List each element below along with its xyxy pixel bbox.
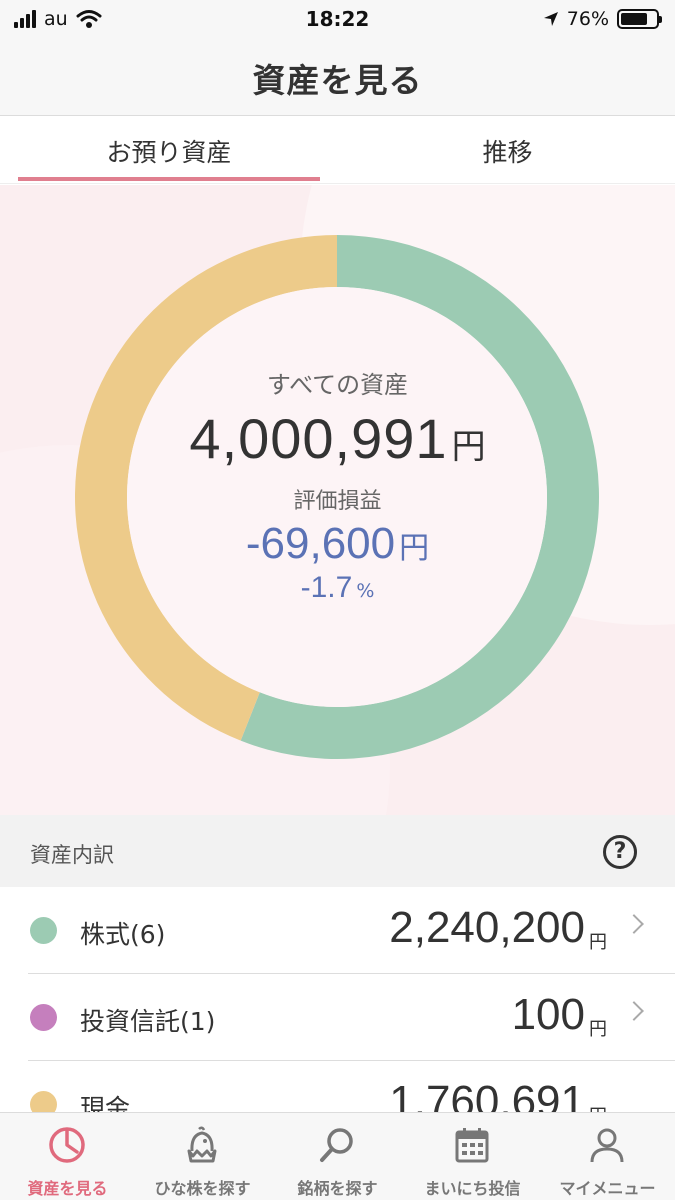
bottom-tab-bar: 資産を見る ひな株を探す 銘柄を探す まいにち投信 マイメニュー — [0, 1112, 675, 1200]
stocks-color-dot — [30, 917, 57, 944]
funds-color-dot — [30, 1004, 57, 1031]
item-amount: 1,760,691 — [389, 1077, 585, 1117]
percent-unit: % — [356, 580, 375, 602]
page-title: 資産を見る — [252, 61, 423, 100]
total-assets-unit: 円 — [451, 427, 486, 467]
profit-loss-label: 評価損益 — [293, 489, 382, 514]
battery-icon — [617, 9, 662, 29]
profit-loss-row: -69,600 円 — [130, 519, 545, 569]
list-item-cash[interactable]: 現金 1,760,691 円 — [0, 1061, 675, 1117]
tabbar-label: マイメニュー — [559, 1179, 656, 1198]
summary-center: すべての資産 4,000,991 円 評価損益 -69,600 円 -1.7% — [130, 365, 545, 605]
item-unit: 円 — [589, 1019, 607, 1040]
chevron-right-icon — [624, 1001, 644, 1021]
tab-deposits[interactable]: お預り資産 — [18, 116, 320, 184]
item-label: 投資信託(1) — [80, 1007, 216, 1036]
item-amount: 100 — [511, 990, 585, 1039]
navigation-bar: 資産を見る — [0, 40, 675, 116]
location-arrow-icon — [543, 12, 558, 26]
tabbar-label: 銘柄を探す — [297, 1179, 378, 1198]
profit-loss-unit: 円 — [399, 531, 430, 566]
help-icon[interactable]: ? — [603, 835, 637, 869]
status-right: 76% — [543, 8, 662, 30]
total-assets-row: 4,000,991 円 — [130, 406, 545, 471]
battery-fill — [621, 13, 647, 25]
tabbar-my-menu[interactable]: マイメニュー — [540, 1113, 675, 1200]
item-unit: 円 — [589, 932, 607, 953]
total-assets-value: 4,000,991 — [189, 407, 448, 470]
person-icon — [590, 1128, 624, 1163]
chevron-right-icon — [624, 914, 644, 934]
breakdown-header: 資産内訳 ? — [0, 815, 675, 887]
tab-history[interactable]: 推移 — [340, 116, 675, 184]
battery-percent: 76% — [566, 8, 609, 30]
tabbar-assets[interactable]: 資産を見る — [0, 1113, 135, 1200]
tab-active-indicator — [18, 177, 320, 181]
app-screen: au 18:22 76% 資産を見る お預り資産 推移 すべての資産 4,000… — [0, 0, 675, 1200]
chick-icon — [187, 1126, 217, 1163]
tabbar-hina-search[interactable]: ひな株を探す — [135, 1113, 270, 1200]
tabbar-daily-fund[interactable]: まいにち投信 — [405, 1113, 540, 1200]
breakdown-title: 資産内訳 — [30, 843, 114, 867]
list-item-funds[interactable]: 投資信託(1) 100 円 — [0, 974, 675, 1060]
asset-breakdown-list: 株式(6) 2,240,200 円 投資信託(1) 100 円 現金 1,760… — [0, 887, 675, 1117]
asset-summary: すべての資産 4,000,991 円 評価損益 -69,600 円 -1.7% — [0, 185, 675, 815]
profit-loss-percent-row: -1.7% — [130, 571, 545, 605]
list-item-stocks[interactable]: 株式(6) 2,240,200 円 — [0, 887, 675, 973]
calendar-icon — [455, 1128, 489, 1163]
tabbar-label: ひな株を探す — [154, 1179, 251, 1198]
profit-loss-value: -69,600 — [245, 519, 396, 568]
item-label: 株式(6) — [80, 920, 166, 949]
tabbar-stock-search[interactable]: 銘柄を探す — [270, 1113, 405, 1200]
profit-loss-percent: -1.7 — [300, 571, 353, 604]
status-bar: au 18:22 76% — [0, 0, 675, 40]
tabbar-label: 資産を見る — [27, 1179, 108, 1198]
segment-tabs: お預り資産 推移 — [0, 116, 675, 184]
total-assets-label: すべての資産 — [266, 371, 409, 399]
search-icon — [320, 1128, 353, 1162]
tabbar-label: まいにち投信 — [424, 1179, 521, 1198]
pie-clock-icon — [49, 1127, 85, 1163]
item-amount: 2,240,200 — [389, 903, 585, 952]
